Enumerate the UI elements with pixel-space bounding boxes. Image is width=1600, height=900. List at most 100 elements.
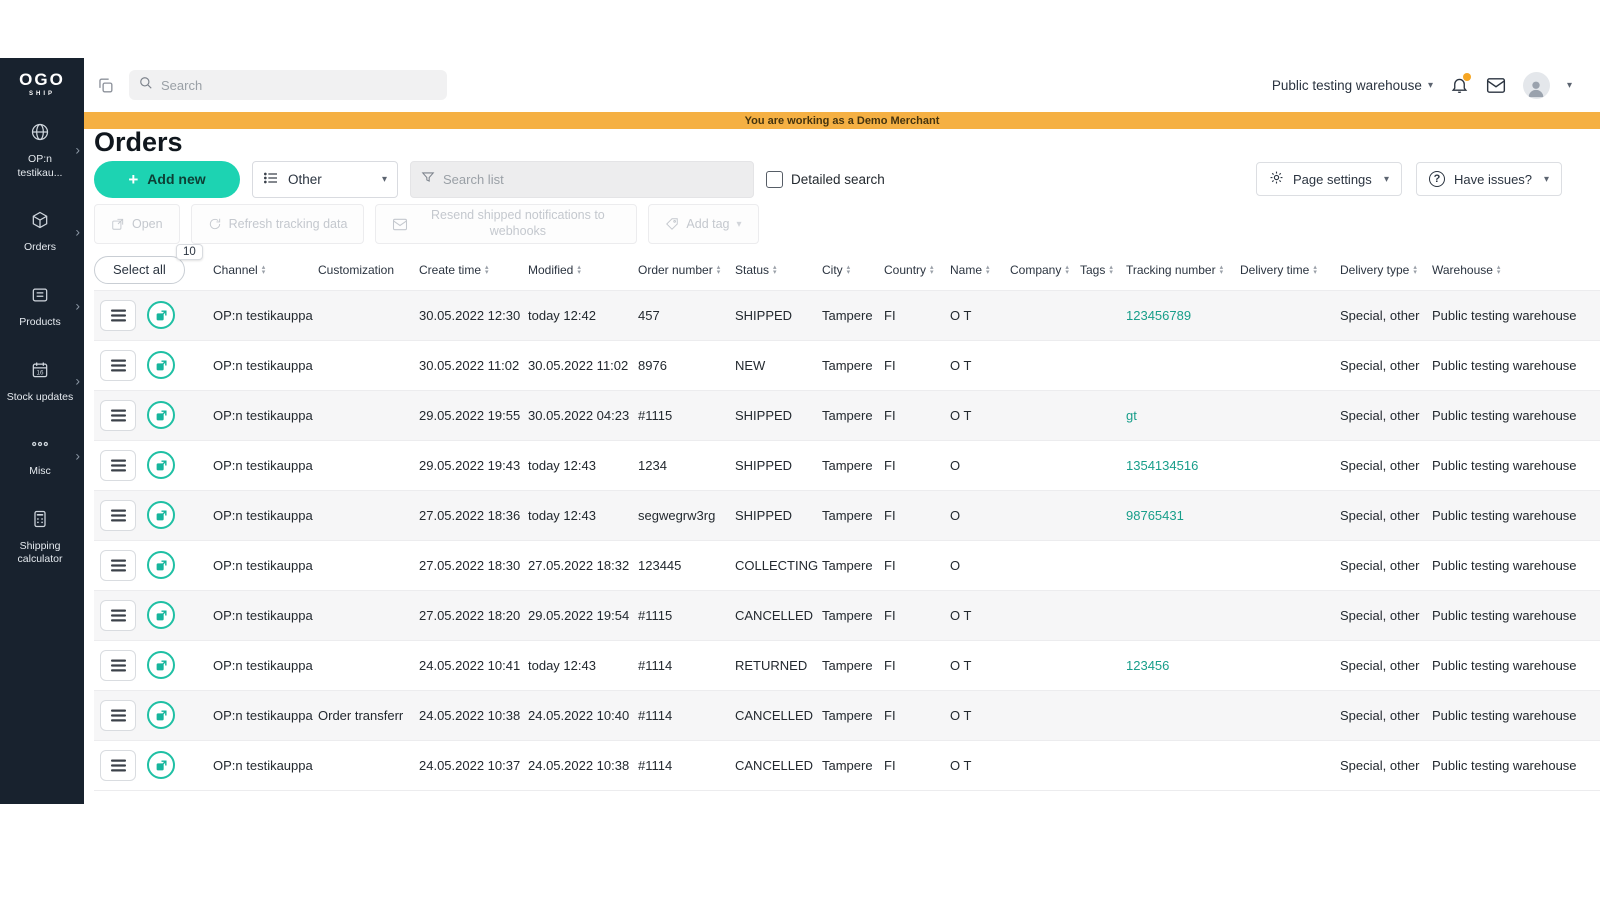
refresh-tracking-button[interactable]: Refresh tracking data (191, 204, 365, 244)
cell-customization (318, 340, 419, 390)
search-list-input[interactable] (443, 172, 743, 187)
open-order-button[interactable]: Open (94, 204, 180, 244)
cell-warehouse: Public testing warehouse (1432, 590, 1600, 640)
row-menu-button[interactable] (100, 750, 136, 781)
resend-notifications-button[interactable]: Resend shipped notifications to webhooks (375, 204, 637, 244)
cell-order_number: #1115 (638, 390, 735, 440)
add-tag-label: Add tag (686, 217, 729, 231)
column-country[interactable]: Country▴▾ (884, 250, 950, 290)
cell-delivery_time (1240, 690, 1340, 740)
row-open-button[interactable] (147, 351, 175, 379)
table-row: OP:n testikauppa29.05.2022 19:5530.05.20… (94, 390, 1600, 440)
cell-city: Tampere (822, 390, 884, 440)
tracking-link[interactable]: 123456789 (1126, 308, 1191, 323)
tracking-link[interactable]: 123456 (1126, 658, 1169, 673)
warehouse-selector[interactable]: Public testing warehouse ▾ (1272, 78, 1433, 93)
row-open-button[interactable] (147, 451, 175, 479)
column-delivery-time[interactable]: Delivery time▴▾ (1240, 250, 1340, 290)
column-status[interactable]: Status▴▾ (735, 250, 822, 290)
cell-name: O T (950, 690, 1010, 740)
cell-actions (94, 290, 213, 340)
add-tag-button[interactable]: Add tag ▾ (648, 204, 758, 244)
search-input[interactable] (161, 78, 437, 93)
notifications-bell-icon[interactable] (1450, 75, 1469, 95)
row-menu-button[interactable] (100, 350, 136, 381)
cell-tracking_number (1126, 540, 1240, 590)
sidebar-item-shipping-calculator[interactable]: Shipping calculator (0, 494, 84, 582)
have-issues-button[interactable]: ? Have issues? ▾ (1416, 162, 1562, 196)
page-settings-button[interactable]: Page settings ▾ (1256, 162, 1402, 196)
cell-status: SHIPPED (735, 490, 822, 540)
detailed-search-toggle[interactable]: Detailed search (766, 171, 885, 188)
column-label: Order number (638, 263, 713, 277)
sidebar-item-products[interactable]: Products › (0, 270, 84, 345)
cell-city: Tampere (822, 490, 884, 540)
view-select[interactable]: Other ▾ (252, 161, 398, 198)
row-open-button[interactable] (147, 751, 175, 779)
open-order-label: Open (132, 217, 163, 231)
sidebar-item-orders[interactable]: Orders › (0, 195, 84, 270)
cell-company (1010, 440, 1080, 490)
cell-company (1010, 490, 1080, 540)
row-open-button[interactable] (147, 401, 175, 429)
column-name[interactable]: Name▴▾ (950, 250, 1010, 290)
cell-warehouse: Public testing warehouse (1432, 440, 1600, 490)
cell-actions (94, 740, 213, 790)
add-new-button[interactable]: + Add new (94, 161, 240, 198)
row-menu-button[interactable] (100, 450, 136, 481)
row-menu-button[interactable] (100, 650, 136, 681)
row-open-button[interactable] (147, 501, 175, 529)
chevron-down-icon[interactable]: ▾ (1567, 80, 1572, 91)
cell-modified: 24.05.2022 10:38 (528, 740, 638, 790)
row-menu-button[interactable] (100, 500, 136, 531)
cell-delivery_time (1240, 340, 1340, 390)
column-channel[interactable]: Channel▴▾ (213, 250, 318, 290)
sidebar-item-stock-updates[interactable]: 16 Stock updates › (0, 345, 84, 420)
row-open-button[interactable] (147, 701, 175, 729)
row-menu-button[interactable] (100, 700, 136, 731)
tracking-link[interactable]: gt (1126, 408, 1137, 423)
row-open-button[interactable] (147, 651, 175, 679)
sidebar-item-label: Stock updates (7, 391, 74, 405)
column-company[interactable]: Company▴▾ (1010, 250, 1080, 290)
page-settings-label: Page settings (1293, 172, 1372, 187)
user-avatar[interactable] (1523, 72, 1550, 99)
detailed-search-checkbox[interactable] (766, 171, 783, 188)
cell-company (1010, 540, 1080, 590)
column-modified[interactable]: Modified▴▾ (528, 250, 638, 290)
cell-create_time: 24.05.2022 10:37 (419, 740, 528, 790)
row-open-button[interactable] (147, 551, 175, 579)
cell-channel: OP:n testikauppa (213, 540, 318, 590)
orders-table-body: OP:n testikauppa30.05.2022 12:30today 12… (94, 290, 1600, 790)
row-open-button[interactable] (147, 301, 175, 329)
row-menu-button[interactable] (100, 550, 136, 581)
messages-envelope-icon[interactable] (1486, 77, 1506, 94)
chevron-right-icon: › (75, 223, 80, 239)
row-menu-button[interactable] (100, 400, 136, 431)
row-menu-button[interactable] (100, 600, 136, 631)
cell-tags (1080, 340, 1126, 390)
cell-city: Tampere (822, 340, 884, 390)
top-header: Public testing warehouse ▾ ▾ (84, 58, 1600, 112)
column-warehouse[interactable]: Warehouse▴▾ (1432, 250, 1600, 290)
sidebar-item-misc[interactable]: Misc › (0, 419, 84, 494)
column-label: Customization (318, 263, 394, 277)
sort-arrows-icon: ▴▾ (986, 266, 990, 275)
column-delivery-type[interactable]: Delivery type▴▾ (1340, 250, 1432, 290)
column-tags[interactable]: Tags▴▾ (1080, 250, 1126, 290)
column-create-time[interactable]: Create time▴▾ (419, 250, 528, 290)
column-order-number[interactable]: Order number▴▾ (638, 250, 735, 290)
tracking-link[interactable]: 98765431 (1126, 508, 1184, 523)
cell-company (1010, 740, 1080, 790)
row-open-button[interactable] (147, 601, 175, 629)
cell-channel: OP:n testikauppa (213, 690, 318, 740)
row-menu-button[interactable] (100, 300, 136, 331)
tracking-link[interactable]: 1354134516 (1126, 458, 1198, 473)
sidebar-item-shop[interactable]: OP:n testikau... › (0, 107, 84, 195)
column-label: Warehouse (1432, 263, 1493, 277)
cell-delivery_type: Special, other (1340, 290, 1432, 340)
column-tracking-number[interactable]: Tracking number▴▾ (1126, 250, 1240, 290)
select-all-button[interactable]: Select all (94, 256, 185, 284)
copy-icon[interactable] (96, 76, 115, 95)
column-city[interactable]: City▴▾ (822, 250, 884, 290)
